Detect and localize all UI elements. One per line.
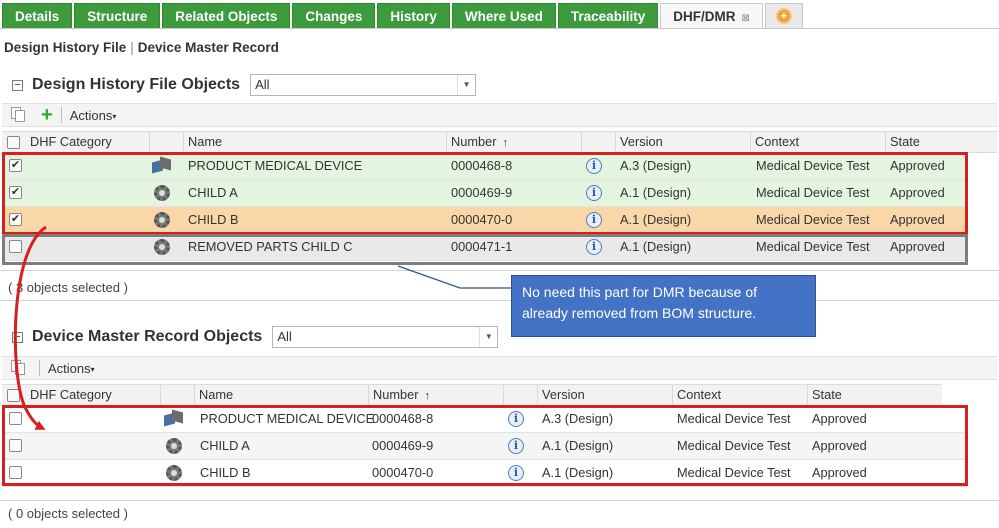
sort-ascending-icon: ↑ [424,390,431,402]
actions-label: Actions [69,107,113,123]
col-number[interactable]: Number ↑ [446,132,581,152]
dhf-selection-status: ( 3 objects selected ) [8,280,128,295]
dhf-toolbar: + Actions▾ [2,103,997,127]
dmr-filter-value: All [277,329,292,344]
dhf-actions-menu[interactable]: Actions▾ [70,108,117,123]
tab-divider [0,28,999,29]
removed-part-box [2,234,968,265]
dhf-grid-header: DHF Category Name Number ↑ Version Contex… [2,131,997,153]
col-version[interactable]: Version [615,132,750,152]
tab-dhf-dmr[interactable]: DHF/DMR ⊠ [660,3,763,29]
breadcrumb-dhf[interactable]: Design History File [4,40,126,55]
chevron-down-icon: ▼ [479,327,497,347]
copy-icon[interactable] [11,360,27,376]
dhf-filter-select[interactable]: All ▼ [250,74,477,96]
tab-traceability[interactable]: Traceability [557,3,659,29]
col-context[interactable]: Context [672,385,807,405]
select-all-cell [2,132,26,152]
dhf-highlight-box [2,152,968,235]
grid-divider [0,300,999,301]
dmr-section-title: Device Master Record Objects [32,328,263,345]
col-number-label: Number [373,387,419,402]
select-all-checkbox[interactable] [7,389,20,402]
dhf-collapse-icon[interactable]: − [12,79,23,91]
dmr-highlight-box [2,405,968,486]
breadcrumb-dmr[interactable]: Device Master Record [138,40,279,55]
dhf-section-header: − Design History File Objects All ▼ [12,73,477,97]
tab-close-icon[interactable]: ⊠ [741,13,749,24]
tab-dhf-dmr-label: DHF/DMR [673,9,736,24]
col-state[interactable]: State [885,132,997,152]
tab-bar: Details Structure Related Objects Change… [2,3,805,29]
col-icon [160,385,194,405]
toolbar-separator [39,360,40,376]
tab-related-objects[interactable]: Related Objects [162,3,291,29]
grid-divider [0,500,999,501]
actions-label: Actions [48,360,91,376]
col-info [503,385,537,405]
dmr-filter-select[interactable]: All ▼ [272,326,499,348]
dhf-filter-value: All [255,77,270,92]
dmr-actions-menu[interactable]: Actions▾ [48,361,95,376]
tab-structure[interactable]: Structure [74,3,161,29]
col-name[interactable]: Name [183,132,446,152]
sort-ascending-icon: ↑ [502,137,509,149]
col-icon [149,132,183,152]
col-info [581,132,615,152]
col-context[interactable]: Context [750,132,885,152]
tab-changes[interactable]: Changes [292,3,376,29]
col-name[interactable]: Name [194,385,368,405]
col-dhf-category[interactable]: DHF Category [26,385,160,405]
col-version[interactable]: Version [537,385,672,405]
dmr-section-header: − Device Master Record Objects All ▼ [12,325,499,349]
select-all-cell [2,385,26,405]
dhf-section-title: Design History File Objects [32,76,241,93]
annotation-callout: No need this part for DMR because of alr… [511,275,816,337]
breadcrumb-separator: | [130,40,134,55]
tab-where-used[interactable]: Where Used [451,3,556,29]
tab-details[interactable]: Details [2,3,73,29]
chevron-down-icon: ▼ [457,75,475,95]
col-number[interactable]: Number ↑ [368,385,503,405]
add-icon[interactable]: + [41,105,53,125]
caret-down-icon: ▾ [112,111,117,121]
dmr-grid-header: DHF Category Name Number ↑ Version Contex… [2,384,942,406]
col-number-label: Number [451,134,497,149]
copy-icon[interactable] [11,107,27,123]
col-state[interactable]: State [807,385,942,405]
dmr-selection-status: ( 0 objects selected ) [8,506,128,521]
dmr-toolbar: Actions▾ [2,356,997,380]
col-dhf-category[interactable]: DHF Category [26,132,149,152]
grid-divider [0,270,999,271]
add-tab-button[interactable]: + [764,3,803,29]
tab-history[interactable]: History [377,3,450,29]
toolbar-separator [60,107,62,123]
caret-down-icon: ▾ [90,364,95,374]
add-tab-icon: + [775,7,792,24]
select-all-checkbox[interactable] [7,136,20,149]
breadcrumb: Design History File | Device Master Record [4,40,279,55]
dmr-collapse-icon[interactable]: − [12,331,23,343]
